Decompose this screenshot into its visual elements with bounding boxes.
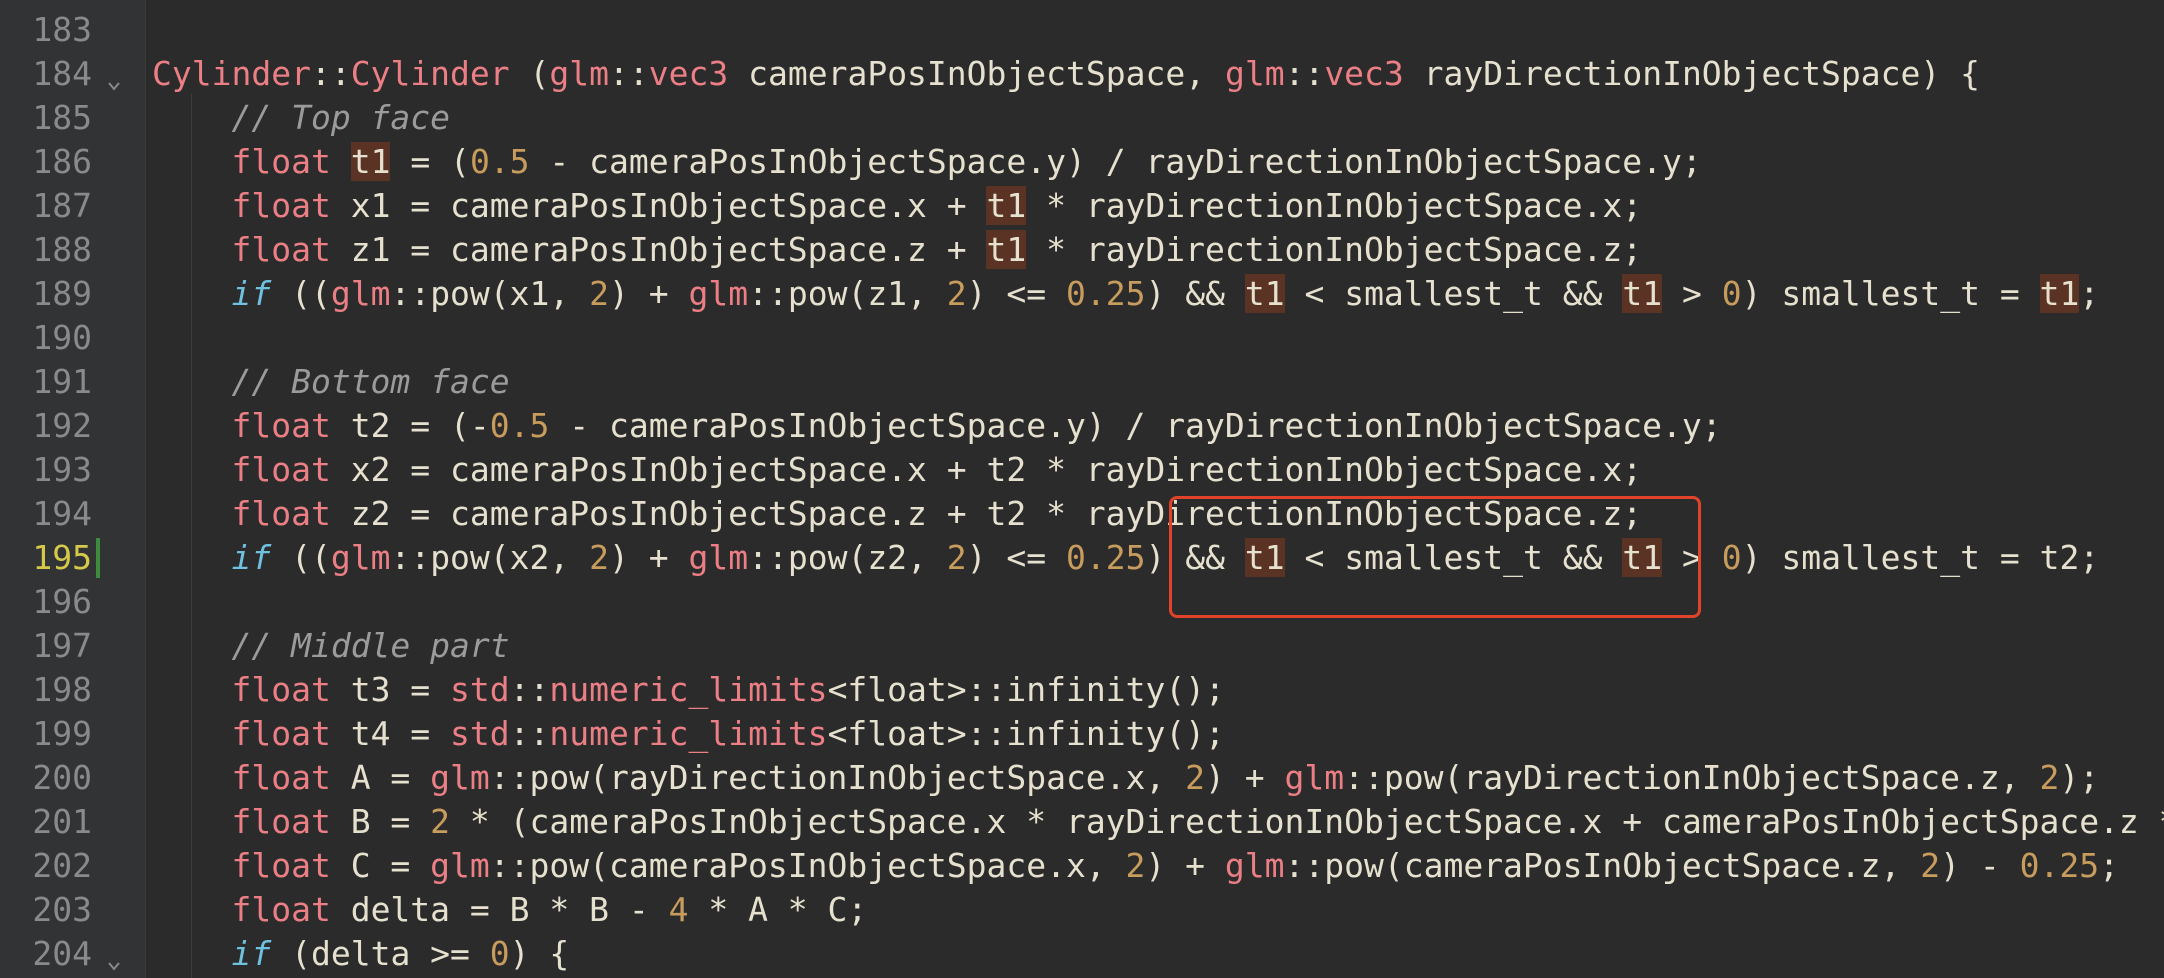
line-number: 197 (32, 626, 92, 665)
code-line[interactable]: 192 float t2 = (-0.5 - cameraPosInObject… (0, 404, 2164, 448)
code-line[interactable]: 198 float t3 = std::numeric_limits<float… (0, 668, 2164, 712)
line-number: 185 (32, 98, 92, 137)
code-line[interactable]: 200 float A = glm::pow(rayDirectionInObj… (0, 756, 2164, 800)
code-line[interactable]: 197 // Middle part (0, 624, 2164, 668)
line-number: 187 (32, 186, 92, 225)
code-line[interactable]: 183 (0, 8, 2164, 52)
line-number: 200 (32, 758, 92, 797)
line-number: 193 (32, 450, 92, 489)
line-number: 201 (32, 802, 92, 841)
code-text: // Middle part (231, 626, 510, 665)
code-line[interactable]: 201 float B = 2 * (cameraPosInObjectSpac… (0, 800, 2164, 844)
code-line[interactable]: 185 // Top face (0, 96, 2164, 140)
code-line[interactable]: 187 float x1 = cameraPosInObjectSpace.x … (0, 184, 2164, 228)
code-text: float A = glm::pow(rayDirectionInObjectS… (231, 758, 2100, 797)
code-text: float t2 = (-0.5 - cameraPosInObjectSpac… (231, 406, 1722, 445)
line-number: 189 (32, 274, 92, 313)
modified-line-marker (96, 538, 100, 578)
code-line[interactable]: 202 float C = glm::pow(cameraPosInObject… (0, 844, 2164, 888)
line-number: 188 (32, 230, 92, 269)
code-text: float B = 2 * (cameraPosInObjectSpace.x … (231, 802, 2164, 841)
line-number: 196 (32, 582, 92, 621)
line-number: 186 (32, 142, 92, 181)
code-line[interactable]: 196 (0, 580, 2164, 624)
line-number: 183 (32, 10, 92, 49)
line-number: 199 (32, 714, 92, 753)
line-number: 202 (32, 846, 92, 885)
code-text: if (delta >= 0) { (231, 934, 570, 973)
code-line[interactable]: 191 // Bottom face (0, 360, 2164, 404)
code-line[interactable]: 194 float z2 = cameraPosInObjectSpace.z … (0, 492, 2164, 536)
line-number: 192 (32, 406, 92, 445)
line-number: 194 (32, 494, 92, 533)
code-line[interactable]: 189 if ((glm::pow(x1, 2) + glm::pow(z1, … (0, 272, 2164, 316)
code-line[interactable]: 184 Cylinder::Cylinder (glm::vec3 cameraP… (0, 52, 2164, 96)
code-text: // Top face (231, 98, 451, 137)
code-line[interactable]: 204 if (delta >= 0) { (0, 932, 2164, 976)
code-text: if ((glm::pow(x1, 2) + glm::pow(z1, 2) <… (231, 274, 2100, 313)
code-text: // Bottom face (231, 362, 510, 401)
code-text: if ((glm::pow(x2, 2) + glm::pow(z2, 2) <… (231, 538, 2100, 577)
line-number: 191 (32, 362, 92, 401)
code-text: float delta = B * B - 4 * A * C; (231, 890, 868, 929)
code-text: Cylinder::Cylinder (glm::vec3 cameraPosI… (152, 54, 1980, 93)
code-text: float t3 = std::numeric_limits<float>::i… (231, 670, 1225, 709)
code-text: float t4 = std::numeric_limits<float>::i… (231, 714, 1225, 753)
code-text: float x2 = cameraPosInObjectSpace.x + t2… (231, 450, 1643, 489)
code-text: float z1 = cameraPosInObjectSpace.z + t1… (231, 230, 1643, 269)
code-line[interactable]: 195 if ((glm::pow(x2, 2) + glm::pow(z2, … (0, 536, 2164, 580)
code-line[interactable]: 199 float t4 = std::numeric_limits<float… (0, 712, 2164, 756)
code-line[interactable]: 190 (0, 316, 2164, 360)
code-text: float C = glm::pow(cameraPosInObjectSpac… (231, 846, 2119, 885)
code-text: float t1 = (0.5 - cameraPosInObjectSpace… (231, 142, 1702, 181)
code-line[interactable]: 203 float delta = B * B - 4 * A * C; (0, 888, 2164, 932)
line-number: 203 (32, 890, 92, 929)
chevron-down-icon[interactable] (107, 62, 121, 91)
chevron-down-icon[interactable] (107, 942, 121, 971)
line-number: 190 (32, 318, 92, 357)
code-line[interactable]: 193 float x2 = cameraPosInObjectSpace.x … (0, 448, 2164, 492)
code-editor[interactable]: 183184 Cylinder::Cylinder (glm::vec3 came… (0, 0, 2164, 978)
code-line[interactable]: 186 float t1 = (0.5 - cameraPosInObjectS… (0, 140, 2164, 184)
code-text: float x1 = cameraPosInObjectSpace.x + t1… (231, 186, 1643, 225)
line-number: 198 (32, 670, 92, 709)
annotation-highlight-box (1169, 496, 1701, 618)
code-line[interactable]: 188 float z1 = cameraPosInObjectSpace.z … (0, 228, 2164, 272)
line-number: 195 (32, 538, 92, 577)
line-number: 204 (32, 934, 92, 973)
line-number: 184 (32, 54, 92, 93)
